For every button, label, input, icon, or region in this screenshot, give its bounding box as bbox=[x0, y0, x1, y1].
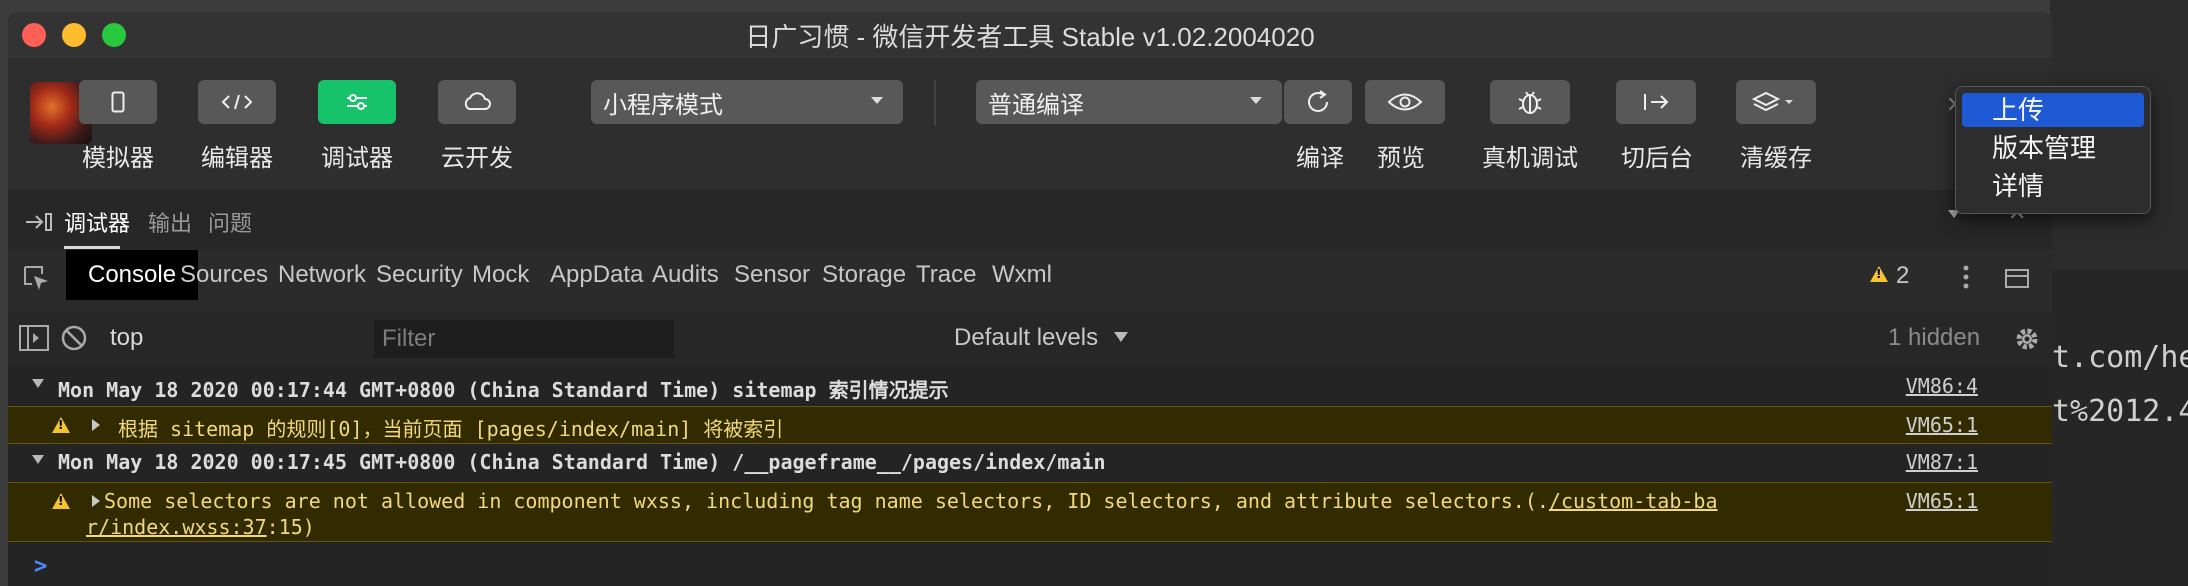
panel-tab-bar: 调试器 输出 问题 bbox=[8, 190, 2052, 251]
menu-item-upload[interactable]: 上传 bbox=[1962, 93, 2144, 127]
editor-button[interactable]: 编辑器 bbox=[198, 80, 276, 173]
chevron-down-icon bbox=[871, 97, 883, 104]
tab-debugger[interactable]: 调试器 bbox=[64, 206, 130, 238]
upload-context-menu: 上传 版本管理 详情 bbox=[1955, 86, 2151, 214]
background-switch-button[interactable] bbox=[1616, 80, 1696, 124]
clear-console-icon[interactable] bbox=[60, 324, 88, 352]
collapse-triangle-icon[interactable] bbox=[32, 379, 44, 388]
file-link[interactable]: r/index.wxss:37 bbox=[86, 515, 267, 539]
console-group-row[interactable]: Mon May 18 2020 00:17:44 GMT+0800 (China… bbox=[8, 368, 2052, 406]
console-output: Mon May 18 2020 00:17:44 GMT+0800 (China… bbox=[8, 364, 2052, 586]
warning-icon bbox=[52, 417, 70, 433]
inspect-element-icon[interactable] bbox=[22, 264, 50, 292]
warning-message-text: Some selectors are not allowed in compon… bbox=[104, 489, 1549, 513]
console-prompt[interactable]: > bbox=[34, 554, 47, 579]
background-code-line: t%2012.4 bbox=[2052, 394, 2188, 429]
code-icon bbox=[198, 80, 276, 124]
hidden-count: 1 hidden bbox=[1888, 324, 1981, 351]
compile-button[interactable] bbox=[1284, 80, 1352, 124]
undock-icon[interactable] bbox=[2004, 264, 2032, 290]
source-link[interactable]: VM87:1 bbox=[1906, 450, 1978, 474]
close-window-button[interactable] bbox=[22, 23, 46, 47]
debugger-button[interactable]: 调试器 bbox=[318, 80, 396, 173]
simulator-button[interactable]: 模拟器 bbox=[79, 80, 157, 173]
active-tab-indicator bbox=[64, 246, 120, 249]
refresh-icon bbox=[1308, 90, 1328, 112]
phone-icon bbox=[79, 80, 157, 124]
cloud-dev-label: 云开发 bbox=[441, 145, 513, 172]
title-bar[interactable]: 日广习惯 - 微信开发者工具 Stable v1.02.2004020 bbox=[8, 12, 2052, 58]
warning-message: 根据 sitemap 的规则[0]，当前页面 [pages/index/main… bbox=[118, 417, 784, 441]
mode-select[interactable]: 小程序模式 bbox=[591, 80, 903, 124]
warning-message-text: :15) bbox=[266, 515, 315, 539]
console-filter-input[interactable]: Filter bbox=[374, 320, 674, 358]
devtools-window: 日广习惯 - 微信开发者工具 Stable v1.02.2004020 模拟器 … bbox=[8, 12, 2052, 586]
cloud-icon bbox=[438, 80, 516, 124]
expand-triangle-icon[interactable] bbox=[92, 495, 100, 507]
more-options-icon[interactable] bbox=[1962, 264, 1970, 290]
menu-item-details[interactable]: 详情 bbox=[1962, 169, 2144, 203]
warning-message: Some selectors are not allowed in compon… bbox=[104, 489, 1718, 513]
background-switch-label: 切后台 bbox=[1621, 145, 1693, 172]
mode-select-value: 小程序模式 bbox=[603, 91, 723, 119]
bug-icon bbox=[1518, 91, 1542, 114]
preview-label: 预览 bbox=[1377, 145, 1425, 172]
collapse-triangle-icon[interactable] bbox=[32, 455, 44, 464]
context-select[interactable]: top bbox=[110, 324, 143, 352]
warning-icon bbox=[1870, 266, 1888, 282]
minimize-window-button[interactable] bbox=[62, 23, 86, 47]
chevron-down-icon[interactable] bbox=[1114, 332, 1128, 342]
clear-cache-label: 清缓存 bbox=[1740, 145, 1812, 172]
expand-triangle-icon[interactable] bbox=[92, 419, 100, 431]
console-warning-row[interactable]: 根据 sitemap 的规则[0]，当前页面 [pages/index/main… bbox=[8, 406, 2052, 444]
remote-debug-button[interactable] bbox=[1490, 80, 1570, 124]
source-link[interactable]: VM65:1 bbox=[1906, 413, 1978, 437]
layers-icon bbox=[1752, 91, 1793, 112]
warning-count[interactable]: 2 bbox=[1896, 262, 1909, 290]
dock-toggle-icon[interactable] bbox=[24, 212, 54, 232]
devtools-tab-bar: Console Sources Network Security Mock Ap… bbox=[8, 250, 2052, 313]
exit-icon bbox=[1644, 94, 1669, 110]
simulator-label: 模拟器 bbox=[82, 145, 154, 172]
compile-mode-select[interactable]: 普通编译 bbox=[976, 80, 1282, 124]
tab-wxml[interactable]: Wxml bbox=[970, 250, 1074, 300]
sliders-icon bbox=[318, 80, 396, 124]
preview-button[interactable] bbox=[1365, 80, 1445, 124]
file-link[interactable]: /custom-tab-ba bbox=[1549, 489, 1718, 513]
source-link[interactable]: VM65:1 bbox=[1906, 489, 1978, 513]
log-levels-select[interactable]: Default levels bbox=[954, 324, 1098, 352]
clear-cache-button[interactable] bbox=[1736, 80, 1816, 124]
editor-label: 编辑器 bbox=[201, 145, 273, 172]
toolbar-divider bbox=[934, 80, 936, 126]
eye-icon bbox=[1387, 93, 1423, 111]
main-toolbar: 模拟器 编辑器 调试器 云开发 小程序模式 普通编译 编译 预览 真机调试 切后… bbox=[8, 58, 2052, 190]
sidebar-toggle-icon[interactable] bbox=[18, 324, 50, 352]
warning-message-continued: r/index.wxss:37:15) bbox=[86, 515, 315, 539]
group-title: Mon May 18 2020 00:17:44 GMT+0800 (China… bbox=[58, 378, 949, 402]
compile-label: 编译 bbox=[1296, 145, 1344, 172]
console-warning-row[interactable]: Some selectors are not allowed in compon… bbox=[8, 482, 2052, 542]
warning-icon bbox=[52, 493, 70, 509]
remote-debug-label: 真机调试 bbox=[1482, 145, 1578, 172]
tab-problems[interactable]: 问题 bbox=[208, 206, 252, 238]
chevron-down-icon bbox=[1250, 97, 1262, 104]
console-filter-bar: top Filter Default levels 1 hidden bbox=[8, 312, 2052, 365]
tab-output[interactable]: 输出 bbox=[148, 206, 192, 238]
console-group-row[interactable]: Mon May 18 2020 00:17:45 GMT+0800 (China… bbox=[8, 444, 2052, 482]
compile-mode-value: 普通编译 bbox=[988, 91, 1084, 119]
group-title: Mon May 18 2020 00:17:45 GMT+0800 (China… bbox=[58, 450, 1106, 474]
debugger-label: 调试器 bbox=[321, 145, 393, 172]
source-link[interactable]: VM86:4 bbox=[1906, 374, 1978, 398]
zoom-window-button[interactable] bbox=[102, 23, 126, 47]
cloud-dev-button[interactable]: 云开发 bbox=[438, 80, 516, 173]
background-code-line: t.com/he bbox=[2052, 340, 2188, 375]
window-title: 日广习惯 - 微信开发者工具 Stable v1.02.2004020 bbox=[745, 21, 1315, 52]
gear-icon[interactable] bbox=[2012, 324, 2042, 354]
menu-item-version-management[interactable]: 版本管理 bbox=[1962, 131, 2144, 165]
